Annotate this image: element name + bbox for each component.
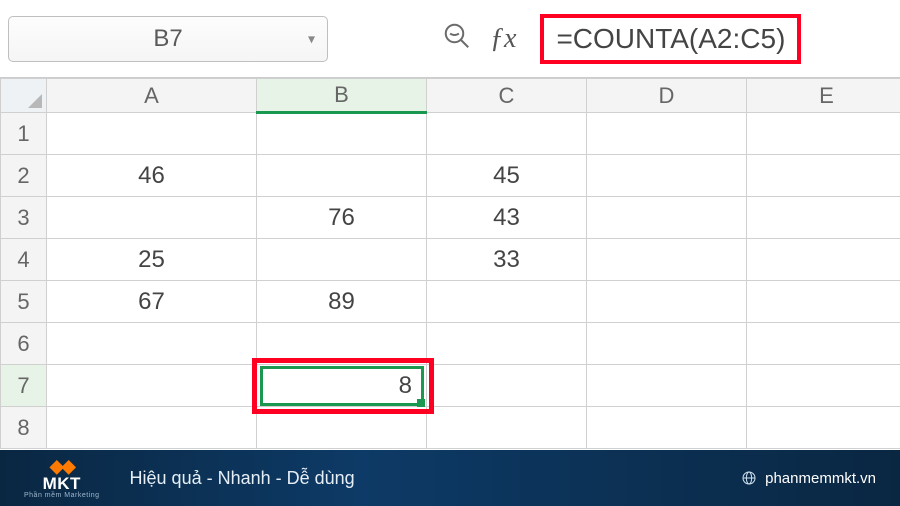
column-header-row: A B C D E bbox=[1, 79, 900, 113]
cell-A3[interactable] bbox=[47, 197, 257, 239]
row-header-6[interactable]: 6 bbox=[1, 323, 47, 365]
cell-C6[interactable] bbox=[427, 323, 587, 365]
footer-tagline: Hiệu quả - Nhanh - Dễ dùng bbox=[130, 468, 355, 489]
cell-B8[interactable] bbox=[257, 407, 427, 449]
cell-D6[interactable] bbox=[587, 323, 747, 365]
footer-site-text: phanmemmkt.vn bbox=[765, 470, 876, 487]
cell-A8[interactable] bbox=[47, 407, 257, 449]
name-box-value: B7 bbox=[153, 25, 182, 53]
footer-bar: ◆◆ MKT Phần mềm Marketing Hiệu quả - Nha… bbox=[0, 450, 900, 506]
cell-B4[interactable] bbox=[257, 239, 427, 281]
cell-C1[interactable] bbox=[427, 113, 587, 155]
cell-C2[interactable]: 45 bbox=[427, 155, 587, 197]
logo-subtitle: Phần mềm Marketing bbox=[24, 492, 100, 499]
col-header-A[interactable]: A bbox=[47, 79, 257, 113]
cell-E2[interactable] bbox=[747, 155, 900, 197]
cell-D8[interactable] bbox=[587, 407, 747, 449]
cell-D3[interactable] bbox=[587, 197, 747, 239]
cell-B1[interactable] bbox=[257, 113, 427, 155]
row-header-8[interactable]: 8 bbox=[1, 407, 47, 449]
cell-D4[interactable] bbox=[587, 239, 747, 281]
cell-D1[interactable] bbox=[587, 113, 747, 155]
spreadsheet-grid[interactable]: A B C D E 1 2 46 45 bbox=[0, 78, 900, 449]
cell-B2[interactable] bbox=[257, 155, 427, 197]
row-header-3[interactable]: 3 bbox=[1, 197, 47, 239]
cell-A1[interactable] bbox=[47, 113, 257, 155]
cell-D7[interactable] bbox=[587, 365, 747, 407]
logo-icon: ◆◆ bbox=[50, 457, 74, 475]
cell-E3[interactable] bbox=[747, 197, 900, 239]
cell-D5[interactable] bbox=[587, 281, 747, 323]
formula-input[interactable]: =COUNTA(A2:C5) bbox=[540, 14, 801, 64]
cell-A5[interactable]: 67 bbox=[47, 281, 257, 323]
row-header-5[interactable]: 5 bbox=[1, 281, 47, 323]
cell-D2[interactable] bbox=[587, 155, 747, 197]
col-header-B[interactable]: B bbox=[257, 79, 427, 113]
cell-A7[interactable] bbox=[47, 365, 257, 407]
cell-E5[interactable] bbox=[747, 281, 900, 323]
chevron-down-icon[interactable]: ▾ bbox=[308, 30, 315, 47]
cell-B5[interactable]: 89 bbox=[257, 281, 427, 323]
cell-A2[interactable]: 46 bbox=[47, 155, 257, 197]
cell-E4[interactable] bbox=[747, 239, 900, 281]
cell-E7[interactable] bbox=[747, 365, 900, 407]
footer-site-link[interactable]: phanmemmkt.vn bbox=[741, 470, 876, 487]
row-header-2[interactable]: 2 bbox=[1, 155, 47, 197]
formula-text: =COUNTA(A2:C5) bbox=[556, 23, 785, 55]
row-header-4[interactable]: 4 bbox=[1, 239, 47, 281]
fx-icon[interactable]: ƒx bbox=[490, 23, 516, 55]
globe-icon bbox=[741, 470, 757, 486]
col-header-D[interactable]: D bbox=[587, 79, 747, 113]
formula-bar-area: B7 ▾ ƒx =COUNTA(A2:C5) bbox=[0, 0, 900, 78]
cell-A6[interactable] bbox=[47, 323, 257, 365]
cell-E1[interactable] bbox=[747, 113, 900, 155]
row-header-1[interactable]: 1 bbox=[1, 113, 47, 155]
cell-E6[interactable] bbox=[747, 323, 900, 365]
cell-C4[interactable]: 33 bbox=[427, 239, 587, 281]
cell-B7[interactable]: 8 bbox=[257, 365, 427, 407]
cell-C3[interactable]: 43 bbox=[427, 197, 587, 239]
col-header-C[interactable]: C bbox=[427, 79, 587, 113]
col-header-E[interactable]: E bbox=[747, 79, 900, 113]
cell-B3[interactable]: 76 bbox=[257, 197, 427, 239]
cell-C7[interactable] bbox=[427, 365, 587, 407]
preview-icon[interactable] bbox=[442, 21, 472, 56]
brand-logo: ◆◆ MKT Phần mềm Marketing bbox=[24, 457, 100, 499]
select-all-corner[interactable] bbox=[1, 79, 47, 113]
cell-C8[interactable] bbox=[427, 407, 587, 449]
cell-B6[interactable] bbox=[257, 323, 427, 365]
logo-text: MKT bbox=[43, 475, 81, 492]
cell-A4[interactable]: 25 bbox=[47, 239, 257, 281]
cell-C5[interactable] bbox=[427, 281, 587, 323]
cell-E8[interactable] bbox=[747, 407, 900, 449]
name-box[interactable]: B7 ▾ bbox=[8, 16, 328, 62]
row-header-7[interactable]: 7 bbox=[1, 365, 47, 407]
